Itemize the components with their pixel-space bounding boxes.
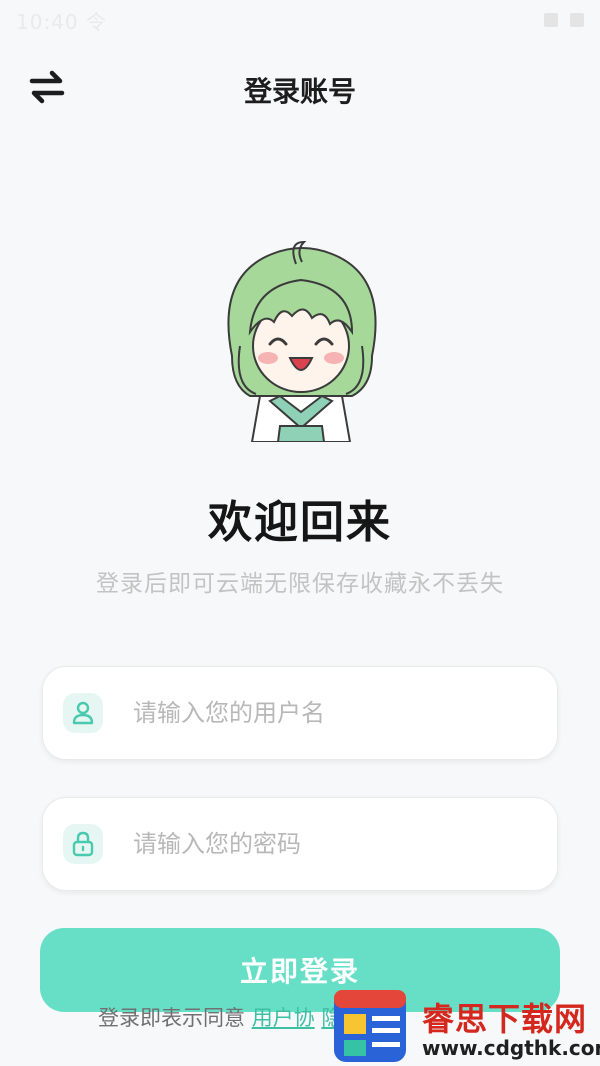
username-field-container xyxy=(42,666,558,760)
password-input[interactable] xyxy=(131,829,515,859)
battery-icon xyxy=(570,13,584,27)
user-icon xyxy=(63,693,103,733)
header: 登录账号 xyxy=(0,58,600,118)
watermark-logo-icon xyxy=(334,990,406,1062)
status-bar: 10:40 令 xyxy=(0,0,600,40)
user-agreement-link[interactable]: 用户协 xyxy=(252,1006,315,1030)
welcome-subtitle: 登录后即可云端无限保存收藏永不丢失 xyxy=(96,571,504,597)
wifi-icon xyxy=(544,13,558,27)
watermark-text: 睿思下载网 xyxy=(422,1000,588,1038)
mascot-illustration xyxy=(227,240,377,442)
watermark: 睿思下载网 www.cdgthk.com xyxy=(330,986,600,1066)
lock-icon xyxy=(63,824,103,864)
welcome-title: 欢迎回来 xyxy=(208,497,392,548)
page-title: 登录账号 xyxy=(243,75,356,108)
agreement-prefix: 登录即表示同意 xyxy=(98,1006,252,1030)
password-field-container xyxy=(42,797,558,891)
status-icons xyxy=(544,13,584,27)
username-input[interactable] xyxy=(131,698,515,728)
status-time: 10:40 令 xyxy=(16,9,107,34)
watermark-url: www.cdgthk.com xyxy=(422,1036,600,1060)
